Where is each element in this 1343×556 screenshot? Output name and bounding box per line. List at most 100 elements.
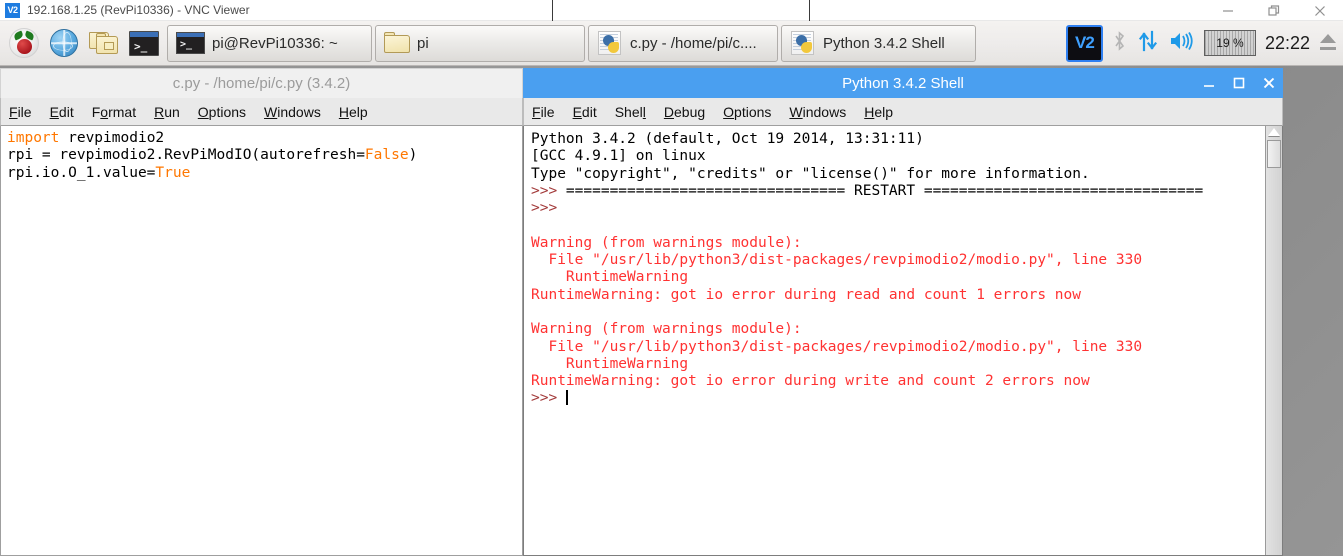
close-icon[interactable] xyxy=(1261,75,1277,91)
text-token: ) xyxy=(408,147,418,164)
menu-help[interactable]: Help xyxy=(339,104,368,120)
task-label: c.py - /home/pi/c.... xyxy=(630,34,757,52)
file-manager-launcher[interactable] xyxy=(85,23,123,64)
system-tray: V2 19 % 22:22 xyxy=(1065,24,1341,62)
task-button-python-shell[interactable]: Python 3.4.2 Shell xyxy=(781,24,976,62)
text-token: False xyxy=(364,147,409,164)
shell-body: Python 3.4.2 (default, Oct 19 2014, 13:3… xyxy=(523,126,1283,556)
text-token: import xyxy=(7,130,60,146)
text-line: RuntimeWarning: got io error during read… xyxy=(531,287,1265,304)
task-button-list: >_ pi@RevPi10336: ~ pi c.py - /home/pi/c… xyxy=(167,24,1066,62)
terminal-launcher[interactable]: >_ xyxy=(125,23,163,64)
text-token: revpimodio2 xyxy=(59,130,165,146)
clock-label[interactable]: 22:22 xyxy=(1265,33,1310,54)
vnc-toolbar-tab[interactable] xyxy=(552,0,810,22)
volume-icon[interactable] xyxy=(1169,30,1195,56)
menu-debug[interactable]: Debug xyxy=(664,104,705,120)
task-button-terminal[interactable]: >_ pi@RevPi10336: ~ xyxy=(167,24,372,62)
cpu-percent-label: 19 % xyxy=(1216,36,1244,50)
text-line: import revpimodio2 xyxy=(7,130,522,147)
editor-titlebar[interactable]: c.py - /home/pi/c.py (3.4.2) xyxy=(0,68,523,98)
menu-windows[interactable]: Windows xyxy=(264,104,321,120)
text-token: rpi = revpimodio2.RevPiModIO(autorefresh… xyxy=(7,147,365,164)
scrollbar-thumb[interactable] xyxy=(1267,140,1281,168)
text-token: ================================ RESTART… xyxy=(565,182,1204,199)
close-icon[interactable] xyxy=(1297,0,1343,21)
text-line: Warning (from warnings module): xyxy=(531,321,1265,338)
python-shell-window: Python 3.4.2 Shell File Edit Shell Debug… xyxy=(523,68,1283,556)
minimize-icon[interactable] xyxy=(1205,0,1251,21)
minimize-icon[interactable] xyxy=(1201,75,1217,91)
task-button-pi-folder[interactable]: pi xyxy=(375,24,585,62)
terminal-icon: >_ xyxy=(129,30,159,56)
scroll-up-arrow-icon[interactable] xyxy=(1268,128,1280,136)
menu-run[interactable]: Run xyxy=(154,104,180,120)
text-cursor xyxy=(565,390,568,406)
text-token: >>> xyxy=(531,182,566,199)
text-line xyxy=(531,217,1265,234)
text-token: >>> xyxy=(531,200,566,217)
text-token: >>> xyxy=(531,390,566,407)
menu-edit[interactable]: Edit xyxy=(50,104,74,120)
text-line: >>> xyxy=(531,390,1265,407)
maximize-icon[interactable] xyxy=(1231,75,1247,91)
restore-icon[interactable] xyxy=(1251,0,1297,21)
menu-windows[interactable]: Windows xyxy=(789,104,846,120)
text-line: Warning (from warnings module): xyxy=(531,235,1265,252)
text-token: RuntimeWarning: got io error during writ… xyxy=(531,373,1090,390)
shell-titlebar[interactable]: Python 3.4.2 Shell xyxy=(523,68,1283,98)
folder-icon xyxy=(384,32,410,54)
menu-shell[interactable]: Shell xyxy=(615,104,646,120)
menu-help[interactable]: Help xyxy=(864,104,893,120)
text-line: File "/usr/lib/python3/dist-packages/rev… xyxy=(531,252,1265,269)
menu-file[interactable]: File xyxy=(532,104,555,120)
network-icon[interactable] xyxy=(1136,29,1160,57)
web-browser-launcher[interactable] xyxy=(45,23,83,64)
task-label: pi@RevPi10336: ~ xyxy=(212,34,338,52)
idle-python-icon xyxy=(597,31,623,55)
text-token: [GCC 4.9.1] on linux xyxy=(531,148,706,165)
editor-title-label: c.py - /home/pi/c.py (3.4.2) xyxy=(172,75,351,92)
shell-menubar: File Edit Shell Debug Options Windows He… xyxy=(523,98,1283,126)
text-line: rpi = revpimodio2.RevPiModIO(autorefresh… xyxy=(7,147,522,164)
text-line: >>> xyxy=(531,200,1265,217)
shell-output-area[interactable]: Python 3.4.2 (default, Oct 19 2014, 13:3… xyxy=(524,126,1265,555)
lxpanel-taskbar: >_ >_ pi@RevPi10336: ~ pi c.py - /home/p… xyxy=(0,21,1343,66)
menu-options[interactable]: Options xyxy=(198,104,246,120)
text-token: Python 3.4.2 (default, Oct 19 2014, 13:3… xyxy=(531,131,924,147)
text-token: Warning (from warnings module): xyxy=(531,321,802,338)
text-line xyxy=(531,304,1265,321)
terminal-icon: >_ xyxy=(176,32,205,54)
menu-format[interactable]: Format xyxy=(92,104,136,120)
text-line: Type "copyright", "credits" or "license(… xyxy=(531,166,1265,183)
vnc-logo-icon: V2 xyxy=(5,2,20,18)
remote-desktop: >_ >_ pi@RevPi10336: ~ pi c.py - /home/p… xyxy=(0,21,1343,556)
text-token: Warning (from warnings module): xyxy=(531,234,802,251)
vnc-viewer-titlebar: V2 192.168.1.25 (RevPi10336) - VNC Viewe… xyxy=(0,0,1343,22)
raspberry-icon xyxy=(9,28,39,58)
vnc-window-controls xyxy=(1205,0,1343,21)
text-token: File "/usr/lib/python3/dist-packages/rev… xyxy=(531,252,1143,269)
folders-icon xyxy=(89,30,119,56)
menu-options[interactable]: Options xyxy=(723,104,771,120)
shell-vertical-scrollbar[interactable] xyxy=(1265,126,1282,555)
bluetooth-icon[interactable] xyxy=(1112,30,1127,56)
cpu-monitor[interactable]: 19 % xyxy=(1203,30,1256,56)
text-line: RuntimeWarning xyxy=(531,356,1265,373)
raspberry-menu-button[interactable] xyxy=(5,23,43,64)
menu-edit[interactable]: Edit xyxy=(573,104,597,120)
globe-icon xyxy=(50,29,78,57)
vnc-window-title: 192.168.1.25 (RevPi10336) - VNC Viewer xyxy=(27,3,250,17)
text-token: RuntimeWarning xyxy=(531,355,689,372)
text-line: RuntimeWarning xyxy=(531,269,1265,286)
text-line: [GCC 4.9.1] on linux xyxy=(531,148,1265,165)
task-button-cpy-editor[interactable]: c.py - /home/pi/c.... xyxy=(588,24,778,62)
editor-code-area[interactable]: import revpimodio2 rpi = revpimodio2.RevP… xyxy=(0,126,523,556)
shell-title-label: Python 3.4.2 Shell xyxy=(842,74,964,92)
menu-file[interactable]: File xyxy=(9,104,32,120)
vnc-server-tray-icon[interactable]: V2 xyxy=(1065,24,1103,62)
text-line: RuntimeWarning: got io error during writ… xyxy=(531,373,1265,390)
text-token: True xyxy=(155,164,191,181)
launcher-bar: >_ xyxy=(2,23,163,64)
eject-icon[interactable] xyxy=(1319,32,1337,54)
